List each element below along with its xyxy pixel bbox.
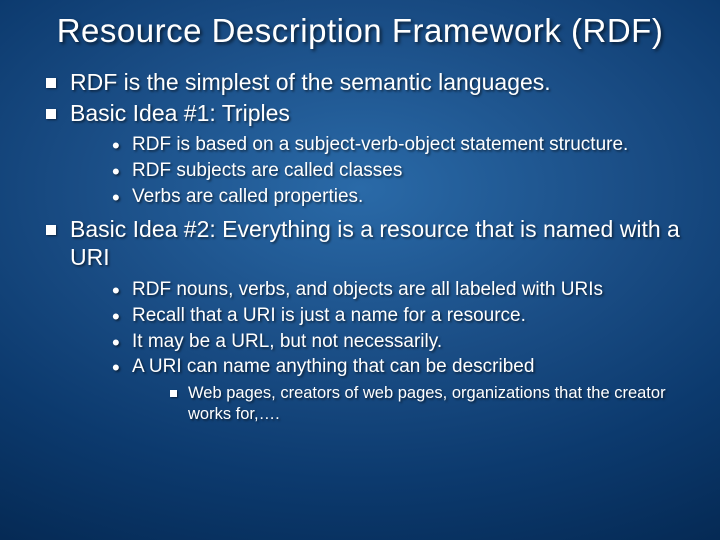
- slide: Resource Description Framework (RDF) RDF…: [0, 0, 720, 540]
- sub-bullet-subjects-classes: RDF subjects are called classes: [110, 159, 690, 183]
- bullet-list-level2: RDF is based on a subject-verb-object st…: [110, 133, 690, 208]
- sub-bullet-uris-labeled: RDF nouns, verbs, and objects are all la…: [110, 278, 690, 302]
- sub-bullet-may-be-url: It may be a URL, but not necessarily.: [110, 330, 690, 354]
- bullet-list-level1: RDF is the simplest of the semantic lang…: [40, 68, 690, 425]
- bullet-basic-idea-2: Basic Idea #2: Everything is a resource …: [40, 215, 690, 425]
- sub-sub-bullet-examples: Web pages, creators of web pages, organi…: [166, 383, 690, 424]
- bullet-rdf-simplest: RDF is the simplest of the semantic lang…: [40, 68, 690, 97]
- sub-bullet-triples-structure: RDF is based on a subject-verb-object st…: [110, 133, 690, 157]
- sub-bullet-verbs-properties: Verbs are called properties.: [110, 185, 690, 209]
- bullet-basic-idea-1: Basic Idea #1: Triples RDF is based on a…: [40, 99, 690, 209]
- bullet-list-level2: RDF nouns, verbs, and objects are all la…: [110, 278, 690, 424]
- bullet-list-level3: Web pages, creators of web pages, organi…: [166, 383, 690, 424]
- bullet-text: Basic Idea #2: Everything is a resource …: [70, 216, 680, 271]
- sub-bullet-uri-name: Recall that a URI is just a name for a r…: [110, 304, 690, 328]
- slide-title: Resource Description Framework (RDF): [30, 12, 690, 50]
- bullet-text: Basic Idea #1: Triples: [70, 100, 290, 126]
- sub-bullet-uri-anything: A URI can name anything that can be desc…: [110, 355, 690, 424]
- bullet-text: A URI can name anything that can be desc…: [132, 356, 534, 377]
